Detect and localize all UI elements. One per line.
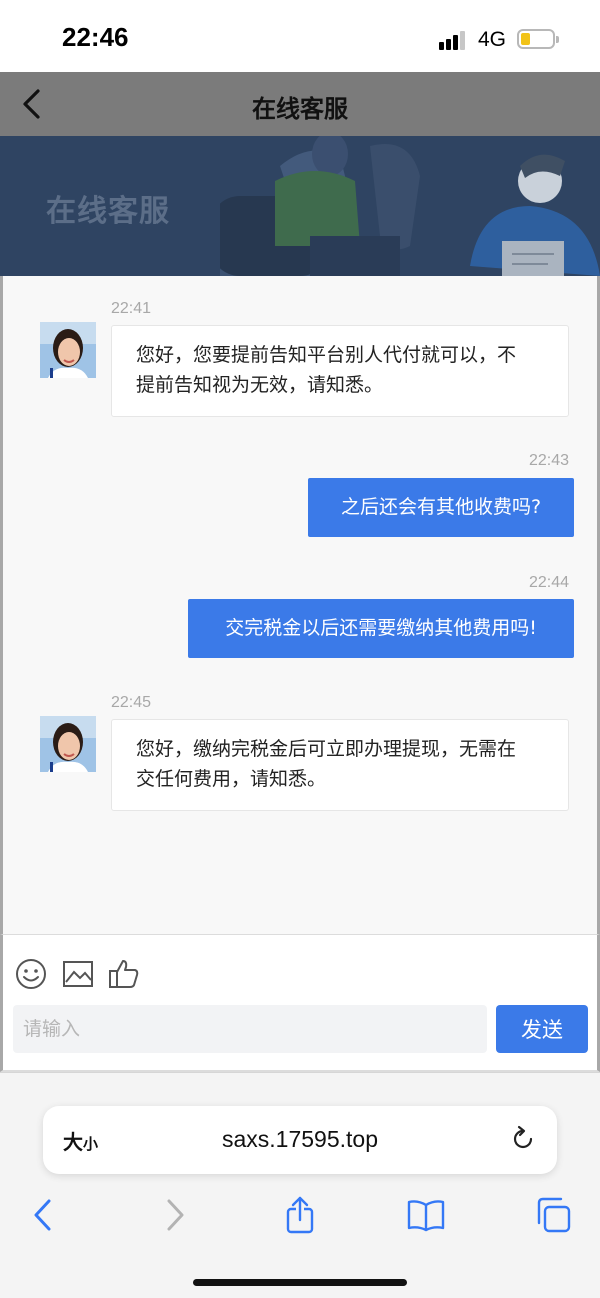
text-size-small: 小 bbox=[83, 1135, 99, 1153]
message-timestamp: 22:43 bbox=[529, 452, 570, 469]
home-indicator bbox=[193, 1279, 407, 1286]
message-line: 提前告知视为无效，请知悉。 bbox=[136, 374, 384, 396]
support-banner: 在线客服 bbox=[0, 136, 600, 276]
network-type: 4G bbox=[478, 28, 507, 51]
cellular-signal-icon bbox=[439, 30, 469, 50]
text-size-big: 大 bbox=[63, 1130, 83, 1154]
message-timestamp: 22:41 bbox=[111, 300, 152, 317]
input-panel: 发送 bbox=[0, 934, 600, 1072]
share-icon[interactable] bbox=[280, 1195, 320, 1235]
emoji-icon[interactable] bbox=[14, 957, 48, 991]
back-icon[interactable] bbox=[24, 1195, 64, 1235]
url-text[interactable]: saxs.17595.top bbox=[123, 1126, 477, 1153]
incoming-message-bubble: 您好，缴纳完税金后可立即办理提现，无需在 交任何费用，请知悉。 bbox=[111, 719, 569, 811]
message-line: 您好，您要提前告知平台别人代付就可以，不 bbox=[136, 344, 517, 366]
send-button[interactable]: 发送 bbox=[496, 1005, 588, 1053]
browser-toolbar: 大小 saxs.17595.top bbox=[0, 1072, 600, 1298]
banner-illustration bbox=[220, 136, 600, 276]
banner-title: 在线客服 bbox=[46, 194, 170, 229]
message-timestamp: 22:45 bbox=[111, 694, 152, 711]
message-line: 交任何费用，请知悉。 bbox=[136, 768, 327, 790]
battery-icon bbox=[517, 29, 559, 49]
forward-icon[interactable] bbox=[154, 1195, 194, 1235]
bookmarks-icon[interactable] bbox=[406, 1195, 446, 1235]
status-time: 22:46 bbox=[62, 22, 129, 52]
agent-avatar bbox=[40, 716, 96, 772]
message-line: 您好，缴纳完税金后可立即办理提现，无需在 bbox=[136, 738, 517, 760]
nav-header: 在线客服 bbox=[0, 72, 600, 136]
agent-avatar bbox=[40, 322, 96, 378]
message-timestamp: 22:44 bbox=[529, 574, 570, 591]
text-size-button[interactable]: 大小 bbox=[63, 1126, 98, 1155]
tabs-icon[interactable] bbox=[533, 1195, 573, 1235]
address-bar[interactable]: 大小 saxs.17595.top bbox=[43, 1106, 557, 1174]
thumbs-up-icon[interactable] bbox=[107, 957, 141, 991]
outgoing-message-bubble: 之后还会有其他收费吗? bbox=[308, 478, 574, 537]
agent-avatar-image bbox=[40, 322, 96, 378]
agent-avatar-image bbox=[40, 716, 96, 772]
status-bar: 22:46 4G bbox=[0, 0, 600, 72]
outgoing-message-bubble: 交完税金以后还需要缴纳其他费用吗! bbox=[188, 599, 574, 658]
page-title: 在线客服 bbox=[252, 95, 348, 123]
chat-area[interactable]: 22:41 您好，您要提前告知平台别人代付就可以，不 提前告知视为无效，请知悉。… bbox=[0, 276, 600, 934]
message-input[interactable] bbox=[13, 1005, 487, 1053]
reload-icon[interactable] bbox=[509, 1125, 537, 1153]
image-icon[interactable] bbox=[61, 957, 95, 991]
incoming-message-bubble: 您好，您要提前告知平台别人代付就可以，不 提前告知视为无效，请知悉。 bbox=[111, 325, 569, 417]
